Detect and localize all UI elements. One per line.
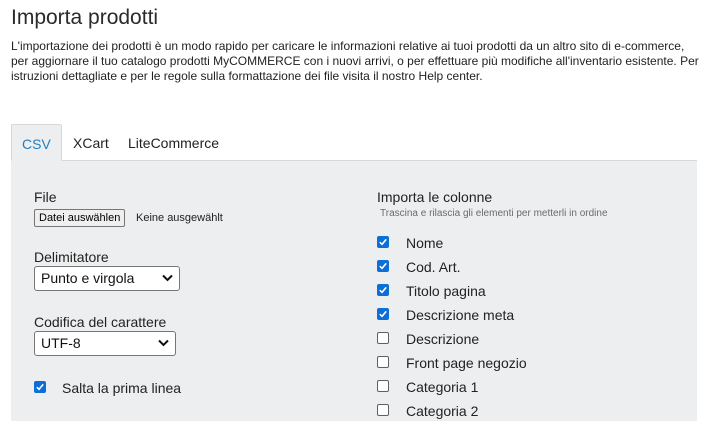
tab-xcart[interactable]: XCart: [63, 124, 119, 160]
checkmark-icon: [36, 383, 44, 391]
column-checkbox-nome[interactable]: [377, 236, 389, 248]
file-status-text: Keine ausgewählt: [136, 212, 223, 224]
columns-title: Importa le colonne: [377, 189, 493, 205]
column-checkbox-cod-art[interactable]: [377, 260, 389, 272]
checkmark-icon: [379, 286, 387, 294]
column-label: Titolo pagina: [406, 283, 486, 299]
file-label: File: [34, 189, 57, 205]
column-label: Descrizione meta: [406, 307, 515, 323]
csv-import-panel: File Datei auswählen Keine ausgewählt De…: [11, 161, 697, 421]
delimiter-label: Delimitatore: [34, 249, 109, 265]
file-choose-button[interactable]: Datei auswählen: [34, 209, 126, 227]
chevron-down-icon: [162, 274, 173, 282]
column-label: Descrizione: [406, 331, 480, 347]
delimiter-select[interactable]: Punto e virgola: [34, 266, 180, 291]
column-checkbox-titolo-pagina[interactable]: [377, 284, 389, 296]
column-checkbox-categoria-1[interactable]: [377, 380, 389, 392]
column-checkbox-front-page-negozio[interactable]: [377, 356, 389, 368]
column-label: Nome: [406, 235, 444, 251]
checkmark-icon: [379, 310, 387, 318]
skip-first-line-checkbox[interactable]: [34, 381, 46, 393]
column-label: Categoria 2: [406, 403, 479, 419]
import-source-tabs: CSV XCart LiteCommerce: [11, 124, 697, 161]
skip-first-line-label: Salta la prima linea: [62, 380, 182, 396]
columns-hint: Trascina e rilascia gli elementi per met…: [380, 208, 608, 219]
column-checkbox-categoria-2[interactable]: [377, 404, 389, 416]
encoding-select[interactable]: UTF-8: [34, 331, 176, 356]
tab-litecommerce[interactable]: LiteCommerce: [118, 124, 229, 160]
page-title: Importa prodotti: [11, 6, 159, 29]
column-checkbox-descrizione[interactable]: [377, 332, 389, 344]
column-label: Cod. Art.: [406, 259, 461, 275]
chevron-down-icon: [158, 339, 169, 347]
checkmark-icon: [379, 262, 387, 270]
delimiter-select-value: Punto e virgola: [41, 270, 135, 286]
page-description: L'importazione dei prodotti è un modo ra…: [11, 39, 699, 83]
tab-csv[interactable]: CSV: [11, 124, 62, 161]
column-label: Categoria 1: [406, 379, 479, 395]
encoding-select-value: UTF-8: [41, 335, 81, 351]
column-checkbox-descrizione-meta[interactable]: [377, 308, 389, 320]
column-label: Front page negozio: [406, 355, 527, 371]
encoding-label: Codifica del carattere: [34, 314, 167, 330]
checkmark-icon: [379, 238, 387, 246]
